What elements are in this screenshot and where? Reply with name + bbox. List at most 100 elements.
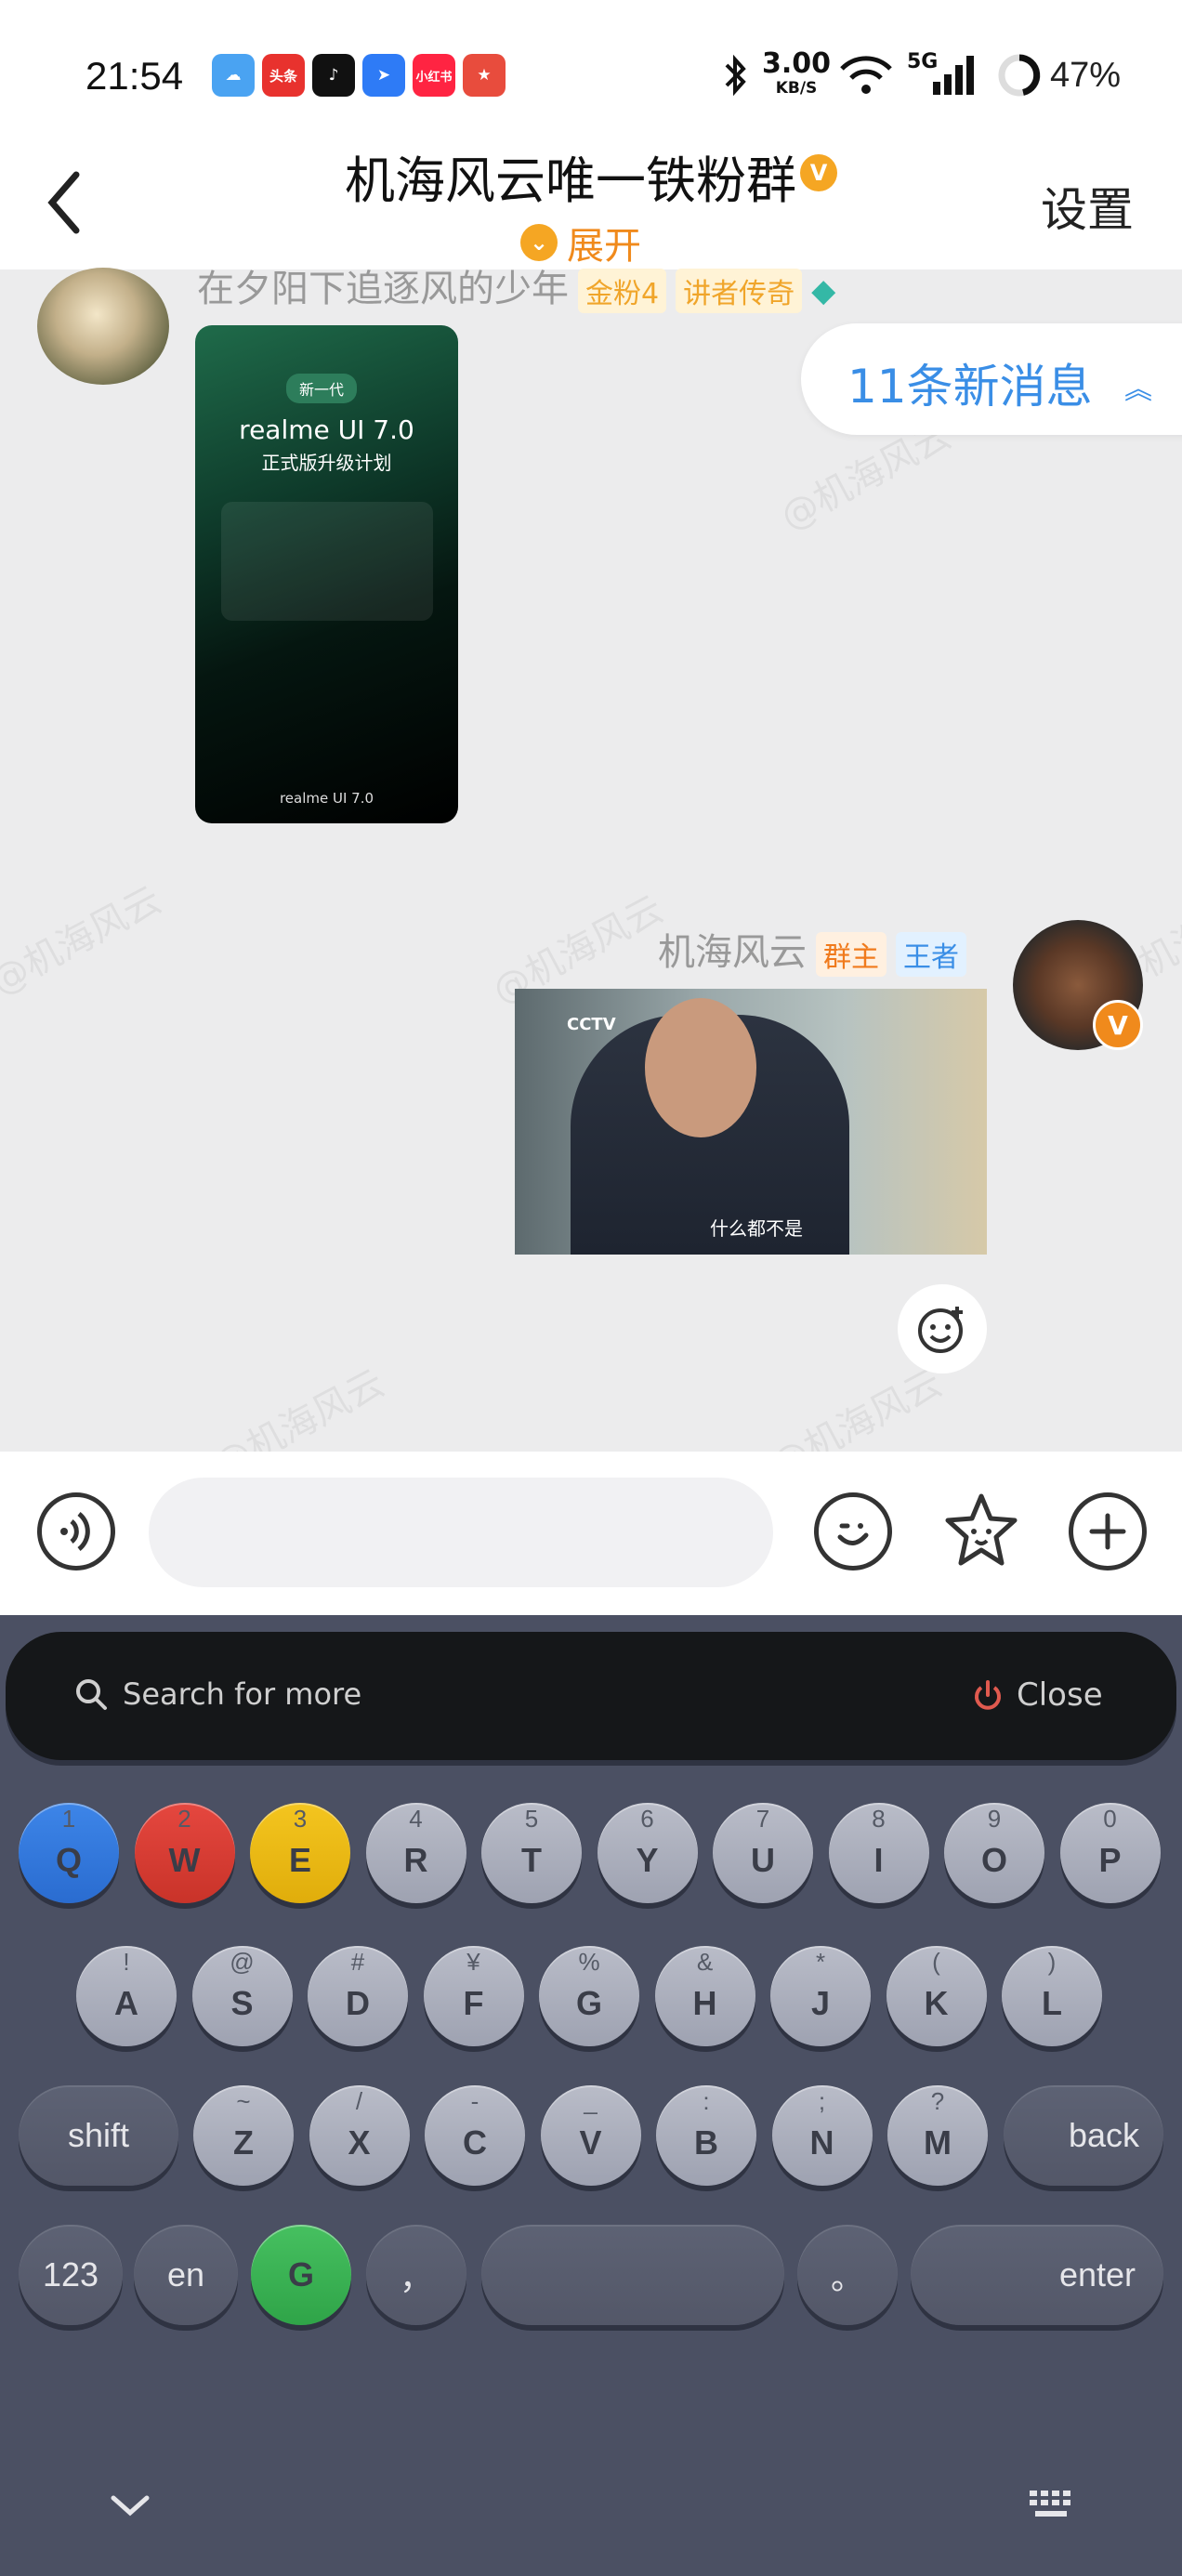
new-messages-label[interactable]: 11条新消息 [847, 349, 1093, 416]
key-s[interactable]: @ S [191, 1946, 293, 2046]
message-input[interactable] [149, 1478, 773, 1587]
key-symbol: - [470, 2087, 479, 2115]
tiktok-app-icon: ♪ [312, 54, 355, 97]
key-symbol: ~ [236, 2087, 251, 2115]
numbers-key[interactable]: 123 [19, 2225, 123, 2325]
key-letter: C [463, 2123, 487, 2162]
keyboard-close-label: Close [1017, 1676, 1103, 1714]
comma-key[interactable]: ， [366, 2225, 466, 2325]
search-icon [76, 1679, 107, 1710]
hide-keyboard-chevron-icon[interactable] [108, 2491, 152, 2520]
power-icon [975, 1680, 1001, 1710]
key-i[interactable]: 8I [828, 1803, 929, 1903]
key-symbol: & [696, 1948, 714, 1976]
key-e[interactable]: 3E [250, 1803, 350, 1903]
key-letter: X [348, 2123, 371, 2162]
game-app-icon: ★ [463, 54, 506, 97]
key-h[interactable]: & H [654, 1946, 755, 2046]
key-f[interactable]: ¥ F [423, 1946, 524, 2046]
key-t[interactable]: 5T [481, 1803, 582, 1903]
sender-avatar[interactable] [37, 268, 169, 385]
key-letter: N [809, 2123, 834, 2162]
key-c[interactable]: -C [425, 2085, 525, 2186]
key-symbol: _ [584, 2087, 598, 2115]
key-letter: Z [233, 2123, 254, 2162]
emoji-icon [837, 1523, 869, 1545]
favorite-stickers-icon[interactable] [940, 1491, 1022, 1572]
shift-key[interactable]: shift [19, 2085, 178, 2186]
key-a[interactable]: ! A [76, 1946, 177, 2046]
key-letter: K [924, 1984, 949, 2022]
key-r[interactable]: 4R [365, 1803, 466, 1903]
group-title: 机海风云唯一铁粉群 V [0, 139, 1182, 213]
keyboard-bottom-bar [0, 2370, 1182, 2576]
legend-badge: 讲者传奇 [676, 269, 803, 313]
key-symbol: 9 [987, 1805, 1002, 1833]
key-letter: Q [55, 1841, 82, 1879]
key-j[interactable]: * J [770, 1946, 871, 2046]
key-l[interactable]: ) L [1002, 1946, 1102, 2046]
owner-badge: 群主 [816, 932, 886, 977]
key-symbol: * [815, 1948, 826, 1976]
key-y[interactable]: 6Y [597, 1803, 698, 1903]
key-z[interactable]: ~ Z [193, 2085, 294, 2186]
image-subtitle: 什么都不是 [710, 1217, 803, 1240]
keyboard-search[interactable]: Search for more [74, 1676, 361, 1712]
key-g-assistant[interactable]: G [251, 2225, 351, 2325]
key-symbol: 7 [755, 1805, 770, 1833]
status-time: 21:54 [85, 54, 184, 98]
space-key[interactable] [481, 2225, 784, 2325]
key-v[interactable]: _ V [540, 2085, 641, 2186]
key-symbol: ) [1047, 1948, 1057, 1976]
keyboard-close-button[interactable]: Close [972, 1676, 1103, 1714]
emoji-button[interactable] [814, 1492, 892, 1571]
key-letter: Y [636, 1841, 659, 1879]
period-key[interactable]: 。 [797, 2225, 898, 2325]
more-plus-button[interactable] [1069, 1492, 1147, 1571]
message-image[interactable]: 新一代 realme UI 7.0 正式版升级计划 realme UI 7.0 [195, 325, 458, 823]
message-image[interactable]: CCTV 什么都不是 [515, 989, 987, 1255]
backspace-key[interactable]: back [1004, 2085, 1163, 2186]
key-u[interactable]: 7U [713, 1803, 813, 1903]
key-letter: F [463, 1984, 484, 2022]
key-letter: G [287, 2255, 314, 2293]
voice-button[interactable] [37, 1492, 115, 1571]
key-g[interactable]: % G [539, 1946, 639, 2046]
battery-percent: 47% [1050, 56, 1122, 95]
key-symbol: 8 [872, 1805, 886, 1833]
key-d[interactable]: # D [308, 1946, 408, 2046]
key-symbol: 3 [293, 1805, 308, 1833]
key-letter: A [114, 1984, 138, 2022]
key-m[interactable]: ? M [887, 2085, 988, 2186]
feishu-app-icon: ➤ [362, 54, 405, 97]
fan-badge: 金粉4 [578, 269, 667, 313]
key-x[interactable]: / X [309, 2085, 410, 2186]
key-letter: S [230, 1984, 254, 2022]
keyboard-switch-icon[interactable] [1026, 2487, 1082, 2524]
key-w[interactable]: 2W [134, 1803, 235, 1903]
add-sticker-button[interactable] [898, 1284, 987, 1373]
cellular-signal-icon [933, 56, 974, 95]
bluetooth-icon [725, 54, 746, 97]
group-title-text: 机海风云唯一铁粉群 [345, 151, 796, 210]
key-letter: H [692, 1984, 717, 2022]
key-q[interactable]: 1Q [19, 1803, 119, 1903]
key-k[interactable]: (K [886, 1946, 987, 2046]
key-letter: W [168, 1841, 201, 1879]
sender-avatar[interactable]: V [1013, 920, 1143, 1050]
watermark: @机海风云 [0, 878, 168, 1004]
key-b[interactable]: :B [656, 2085, 756, 2186]
king-badge: 王者 [896, 932, 966, 977]
xiaohongshu-app-icon: 小红书 [413, 54, 455, 97]
language-key[interactable]: en [134, 2225, 238, 2325]
key-symbol: 0 [1103, 1805, 1117, 1833]
sender-line: 在夕阳下追逐风的少年 金粉4 讲者传奇 ◆ [197, 258, 835, 313]
cctv-logo: CCTV [567, 1015, 616, 1034]
key-n[interactable]: ; N [771, 2085, 873, 2186]
key-letter: V [579, 2123, 602, 2162]
key-o[interactable]: 9O [944, 1803, 1044, 1903]
key-p[interactable]: 0P [1059, 1803, 1161, 1903]
settings-button[interactable]: 设置 [1041, 173, 1134, 240]
key-symbol: 4 [409, 1805, 423, 1833]
enter-key[interactable]: enter [911, 2225, 1163, 2325]
